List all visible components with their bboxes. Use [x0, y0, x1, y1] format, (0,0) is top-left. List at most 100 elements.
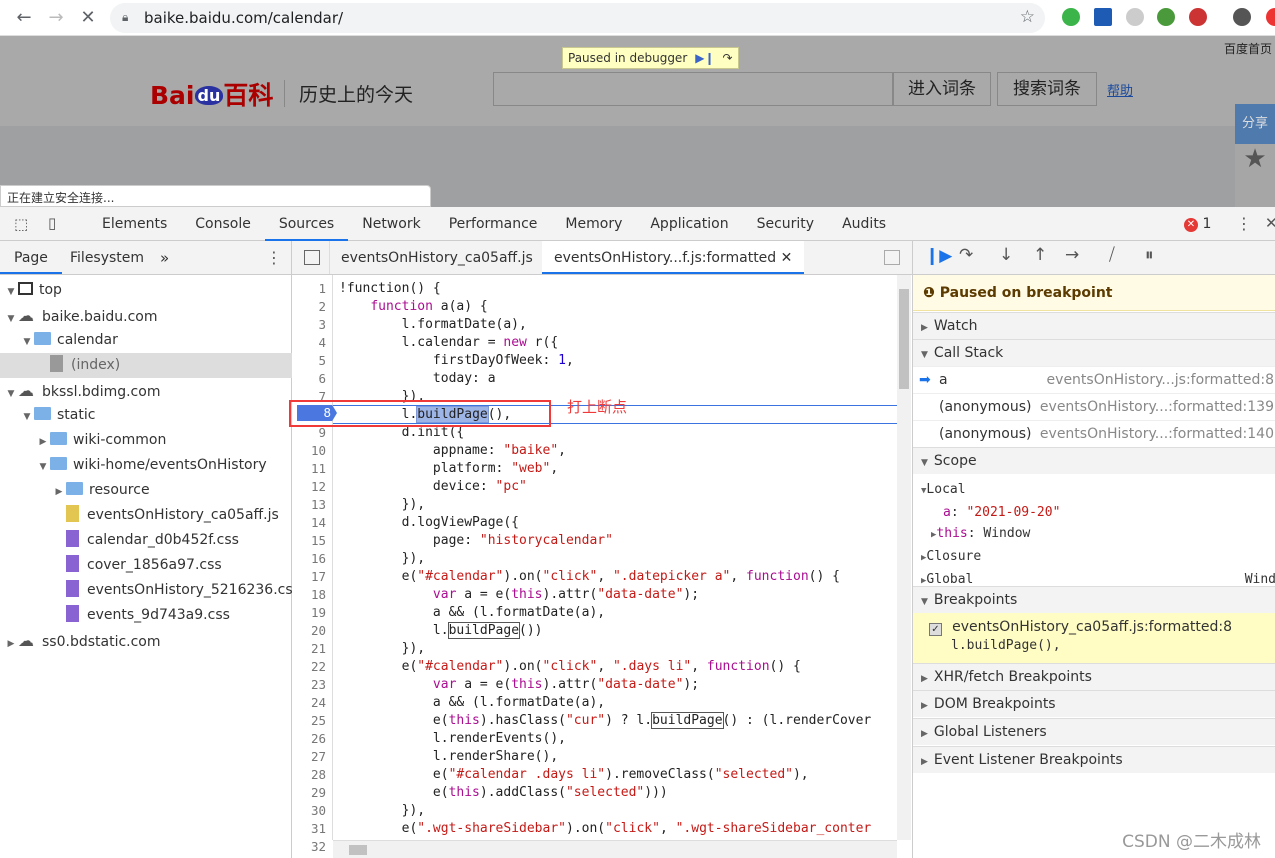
close-devtools-icon[interactable]: ✕	[1265, 214, 1275, 232]
tree-item[interactable]: eventsOnHistory_ca05aff.js	[0, 503, 292, 528]
tree-item[interactable]: calendar_d0b452f.css	[0, 528, 292, 553]
expand-toggle-icon[interactable]: ▼	[20, 330, 34, 355]
xhr-breakpoints-section[interactable]: ▶ XHR/fetch Breakpoints	[913, 663, 1275, 690]
tree-item[interactable]: ▼ wiki-home/eventsOnHistory	[0, 453, 292, 478]
baidu-home-link[interactable]: 百度首页	[1224, 40, 1272, 57]
tree-item[interactable]: events_9d743a9.css	[0, 603, 292, 628]
dom-breakpoints-section[interactable]: ▶ DOM Breakpoints	[913, 690, 1275, 717]
forward-icon[interactable]: →	[44, 6, 68, 30]
tree-item[interactable]: ▼ static	[0, 403, 292, 428]
call-frame[interactable]: (anonymous) eventsOnHistory...:formatted:…	[913, 393, 1275, 420]
adguard-extension-icon[interactable]	[1062, 8, 1080, 26]
breakpoint-checkbox[interactable]: ✓	[929, 623, 942, 636]
expand-toggle-icon[interactable]: ▼	[4, 280, 18, 305]
tab-performance[interactable]: Performance	[435, 207, 552, 241]
share-sidebar: ★	[1235, 144, 1275, 207]
extension-icon[interactable]	[1157, 8, 1175, 26]
tree-item[interactable]: ▼ top	[0, 278, 292, 303]
tree-item[interactable]: ▶ wiki-common	[0, 428, 292, 453]
device-toolbar-icon[interactable]: ▯	[48, 214, 56, 232]
tree-item[interactable]: cover_1856a97.css	[0, 553, 292, 578]
tab-page[interactable]: Page	[0, 241, 62, 274]
resume-icon[interactable]: ❙▶	[925, 246, 952, 266]
tree-item[interactable]: eventsOnHistory_5216236.css	[0, 578, 300, 603]
file-tab-active[interactable]: eventsOnHistory...f.js:formatted ✕	[542, 241, 805, 274]
step-over-icon[interactable]: ↷	[723, 51, 733, 65]
scope-section[interactable]: ▼ Scope	[913, 447, 1275, 474]
global-listeners-section[interactable]: ▶ Global Listeners	[913, 718, 1275, 745]
scroll-thumb[interactable]	[349, 845, 367, 855]
horizontal-scrollbar[interactable]	[333, 840, 897, 858]
tab-audits[interactable]: Audits	[828, 207, 900, 241]
section-label: Breakpoints	[933, 592, 1018, 608]
extension-icon[interactable]	[1094, 8, 1112, 26]
breakpoints-section[interactable]: ▼ Breakpoints	[913, 586, 1275, 613]
section-label: Global Listeners	[933, 724, 1047, 740]
step-into-icon[interactable]: ↓	[999, 245, 1013, 265]
profile-icon[interactable]	[1233, 8, 1251, 26]
expand-toggle-icon[interactable]: ▶	[52, 480, 66, 505]
search-input[interactable]	[493, 72, 893, 106]
more-tabs-icon[interactable]: »	[160, 241, 169, 275]
tab-sources[interactable]: Sources	[264, 207, 349, 241]
file-tab[interactable]: eventsOnHistory_ca05aff.js	[329, 241, 544, 274]
tree-item[interactable]: (index)	[0, 353, 292, 378]
pause-on-exceptions-icon[interactable]: ⏸	[1145, 245, 1154, 265]
extension-icon[interactable]	[1126, 8, 1144, 26]
tree-item[interactable]: ▶ ☁︎ ss0.bdstatic.com	[0, 628, 292, 653]
step-out-icon[interactable]: ↑	[1033, 245, 1047, 265]
update-icon[interactable]	[1266, 8, 1275, 26]
share-button[interactable]: 分享	[1235, 104, 1275, 144]
tab-application[interactable]: Application	[636, 207, 742, 241]
breakpoint-item[interactable]: ✓ eventsOnHistory_ca05aff.js:formatted:8…	[913, 613, 1275, 663]
code-editor[interactable]: 1234567891011121314151617181920212223242…	[289, 275, 911, 858]
line-number[interactable]: 32	[290, 838, 326, 856]
call-stack-section[interactable]: ▼ Call Stack	[913, 339, 1275, 366]
baidu-baike-logo[interactable]: Bai du 百科	[150, 76, 273, 112]
watch-section[interactable]: ▶ Watch	[913, 312, 1275, 339]
tab-console[interactable]: Console	[181, 207, 265, 241]
tab-elements[interactable]: Elements	[88, 207, 181, 241]
tree-item[interactable]: ▶ resource	[0, 478, 292, 503]
call-frame[interactable]: (anonymous) eventsOnHistory...:formatted:…	[913, 420, 1275, 447]
tab-security[interactable]: Security	[743, 207, 829, 241]
bookmark-star-icon[interactable]: ☆	[1020, 7, 1035, 27]
navigator-menu-icon[interactable]: ⋮	[266, 241, 282, 275]
tab-memory[interactable]: Memory	[551, 207, 636, 241]
tree-item[interactable]: ▼ calendar	[0, 328, 292, 353]
vertical-scrollbar[interactable]	[897, 275, 911, 840]
scope-local[interactable]: ▼Local	[921, 479, 1275, 502]
resume-icon[interactable]: ▶❙	[695, 51, 714, 65]
expand-toggle-icon[interactable]: ▶	[36, 430, 50, 455]
search-entry-button[interactable]: 搜索词条	[997, 72, 1097, 106]
back-icon[interactable]: ←	[12, 6, 36, 30]
step-over-icon[interactable]: ↷	[959, 245, 973, 265]
scope-closure[interactable]: ▶Closure	[921, 546, 1275, 569]
help-link[interactable]: 帮助	[1107, 80, 1133, 99]
address-bar[interactable]: 🔒︎ baike.baidu.com/calendar/ ☆	[110, 3, 1045, 33]
scroll-thumb[interactable]	[899, 289, 909, 389]
expand-toggle-icon[interactable]: ▶	[4, 632, 18, 657]
toggle-debugger-icon[interactable]	[884, 250, 900, 265]
qzone-star-icon[interactable]: ★	[1243, 144, 1266, 174]
tab-filesystem[interactable]: Filesystem	[70, 241, 144, 274]
toggle-navigator-icon[interactable]	[304, 250, 320, 265]
close-tab-icon[interactable]: ✕	[781, 250, 793, 266]
call-frame[interactable]: ➡ a eventsOnHistory...js:formatted:8	[913, 366, 1275, 393]
tree-item[interactable]: ▼ ☁︎ baike.baidu.com	[0, 303, 292, 328]
inspect-element-icon[interactable]: ⬚	[14, 215, 28, 233]
more-options-icon[interactable]: ⋮	[1236, 214, 1252, 233]
deactivate-breakpoints-icon[interactable]: ⧸	[1109, 245, 1115, 265]
expand-toggle-icon[interactable]: ▼	[36, 455, 50, 480]
expand-toggle-icon[interactable]: ▼	[20, 405, 34, 430]
tab-network[interactable]: Network	[348, 207, 434, 241]
tree-item[interactable]: ▼ ☁︎ bkssl.bdimg.com	[0, 378, 292, 403]
scope-variable[interactable]: ▶this: Window	[921, 523, 1275, 546]
error-counter[interactable]: ✕ 1	[1184, 216, 1211, 232]
step-icon[interactable]: →	[1065, 245, 1079, 265]
stop-icon[interactable]: ✕	[76, 6, 100, 30]
event-listener-breakpoints-section[interactable]: ▶ Event Listener Breakpoints	[913, 746, 1275, 773]
enter-entry-button[interactable]: 进入词条	[893, 72, 991, 106]
extension-icon[interactable]	[1189, 8, 1207, 26]
cloud-icon: ☁︎	[18, 631, 34, 650]
